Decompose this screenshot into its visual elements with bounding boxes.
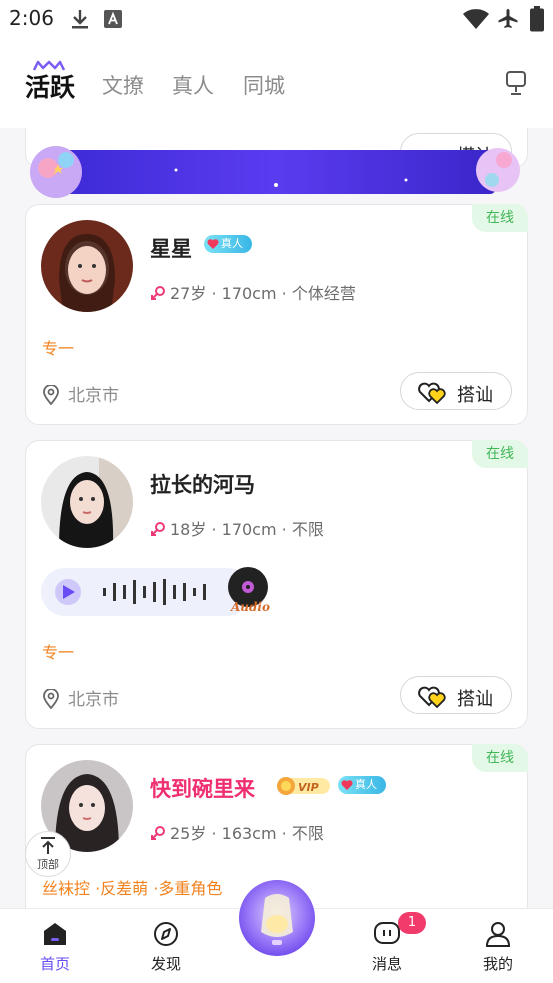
compass-icon: [154, 922, 178, 946]
home-icon: [44, 923, 66, 945]
hearts-icon: [418, 382, 446, 404]
user-info: 27岁 · 170cm · 个体经营: [150, 280, 356, 304]
airplane-icon: [498, 9, 518, 28]
user-card[interactable]: 在线 星星 真人 27岁 · 170cm · 个体经营 专一 北京市 搭讪: [25, 204, 528, 425]
online-badge: 在线: [472, 204, 528, 232]
user-tags: 专一: [42, 339, 75, 358]
user-tags: 专一: [42, 643, 75, 662]
user-tags: 丝袜控 ·反差萌 ·多重角色: [42, 879, 223, 898]
font-a-icon: [104, 10, 122, 28]
chat-up-label: 搭讪: [457, 385, 493, 406]
vip-badge: VIP: [277, 777, 330, 795]
user-age: 27岁: [170, 284, 207, 303]
user-info: 18岁 · 170cm · 不限: [150, 516, 324, 540]
user-details: · 163cm · 不限: [206, 824, 324, 843]
voice-message-player[interactable]: Audio: [41, 567, 273, 617]
user-name: 快到碗里来: [150, 777, 255, 801]
chat-up-label: 搭讪: [457, 689, 493, 710]
user-feed: 搭讪 在线: [0, 128, 553, 908]
status-bar: 2:06: [0, 0, 553, 40]
user-details: · 170cm · 个体经营: [206, 284, 356, 303]
online-badge: 在线: [472, 744, 528, 772]
nav-home-label: 首页: [39, 955, 70, 973]
user-location: 北京市: [42, 381, 119, 406]
location-pin-icon: [43, 385, 59, 405]
chat-up-button[interactable]: 搭讪: [400, 372, 512, 410]
user-age: 18岁: [170, 520, 207, 539]
heart-icon: [341, 780, 353, 790]
location-pin-icon: [43, 689, 59, 709]
center-lamp-button[interactable]: [238, 876, 316, 966]
nav-discover[interactable]: 发现: [126, 921, 206, 974]
user-icon: [485, 922, 511, 947]
user-info: 25岁 · 163cm · 不限: [150, 820, 324, 844]
nav-messages-label: 消息: [371, 955, 402, 973]
nav-discover-label: 发现: [150, 955, 181, 973]
real-badge-label: 真人: [355, 778, 377, 791]
location-text: 北京市: [68, 690, 119, 710]
user-name: 拉长的河马: [150, 473, 255, 497]
user-details: · 170cm · 不限: [206, 520, 324, 539]
user-name: 星星: [150, 237, 192, 261]
download-icon: [72, 10, 88, 29]
arrow-up-icon: [41, 837, 55, 854]
nav-profile-label: 我的: [482, 955, 513, 973]
avatar[interactable]: [41, 456, 133, 548]
tab-active[interactable]: 活跃: [25, 68, 75, 104]
real-person-badge: 真人: [204, 235, 252, 253]
chat-up-button[interactable]: 搭讪: [400, 676, 512, 714]
location-text: 北京市: [68, 386, 119, 406]
tab-same-city[interactable]: 同城: [243, 70, 285, 100]
audio-label: Audio: [230, 600, 270, 614]
female-gender-icon: [151, 286, 165, 300]
real-badge-label: 真人: [221, 237, 243, 250]
trophy-icon[interactable]: [504, 70, 528, 98]
back-to-top-label: 顶部: [37, 858, 59, 871]
tab-wenliao[interactable]: 文撩: [102, 70, 144, 100]
heart-icon: [207, 239, 219, 249]
promo-banner[interactable]: [26, 130, 526, 200]
back-to-top-button[interactable]: 顶部: [25, 831, 71, 877]
wifi-icon: [463, 9, 489, 29]
unread-count-badge: 1: [398, 912, 426, 934]
user-location: 北京市: [42, 685, 119, 710]
hearts-icon: [418, 686, 446, 708]
female-gender-icon: [151, 826, 165, 840]
user-age: 25岁: [170, 824, 207, 843]
nav-home[interactable]: 首页: [15, 921, 95, 974]
tab-real-person[interactable]: 真人: [172, 70, 214, 100]
battery-icon: [530, 6, 544, 32]
real-person-badge: 真人: [338, 776, 386, 794]
message-icon: [374, 922, 400, 944]
nav-profile[interactable]: 我的: [458, 921, 538, 974]
online-badge: 在线: [472, 440, 528, 468]
top-tab-bar: 活跃 文撩 真人 同城: [0, 40, 553, 128]
user-card[interactable]: 在线 拉长的河马 18岁 · 170cm · 不限 Audio 专一 北京市 搭…: [25, 440, 528, 729]
avatar[interactable]: [41, 220, 133, 312]
status-time: 2:06: [9, 6, 54, 30]
female-gender-icon: [151, 522, 165, 536]
vip-label: VIP: [298, 781, 319, 794]
